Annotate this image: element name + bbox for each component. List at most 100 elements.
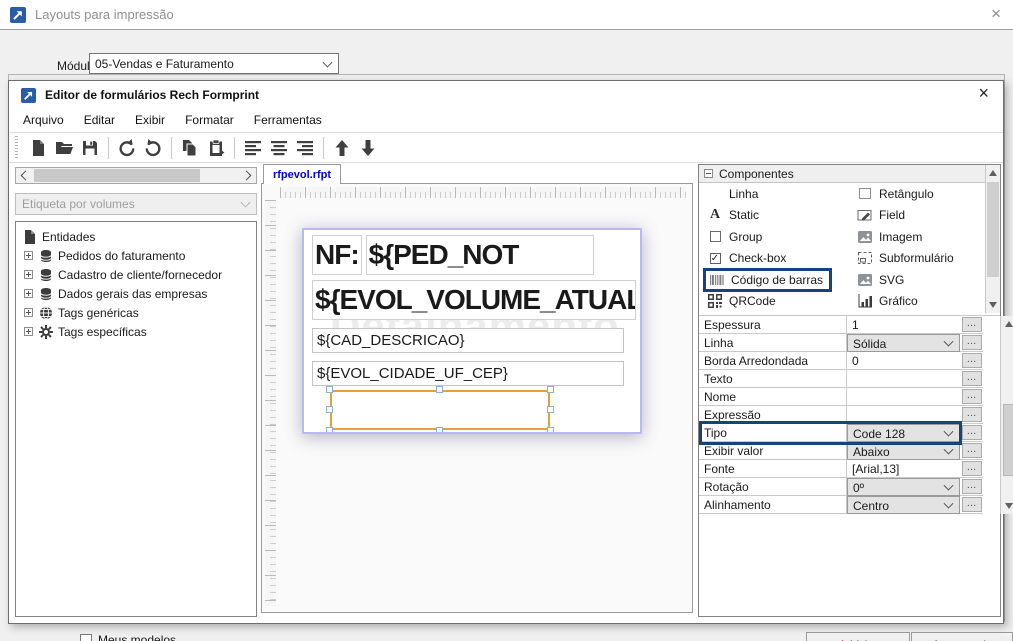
- component-checkbox[interactable]: ✓ Check-box: [707, 250, 857, 266]
- property-value[interactable]: [847, 388, 960, 406]
- properties-scrollbar[interactable]: [1000, 316, 1013, 514]
- modulo-select[interactable]: 05-Vendas e Faturamento: [89, 53, 339, 74]
- align-left-button[interactable]: [240, 135, 266, 161]
- property-row-alinhamento[interactable]: Alinhamento Centro …: [699, 496, 1000, 514]
- paste-button[interactable]: [203, 135, 229, 161]
- ellipsis-button[interactable]: …: [962, 389, 982, 404]
- close-icon[interactable]: ×: [978, 83, 989, 104]
- component-static[interactable]: A Static: [707, 207, 857, 223]
- scroll-up-icon[interactable]: [1005, 321, 1013, 327]
- template-select[interactable]: Etiqueta por volumes: [15, 193, 257, 215]
- menu-editar[interactable]: Editar: [74, 111, 125, 129]
- component-imagem[interactable]: Imagem: [857, 229, 986, 245]
- resize-handle[interactable]: [326, 427, 333, 434]
- label-page[interactable]: Detalhamento NF: ${PED_NOT ${EVOL_VOLUME…: [302, 228, 642, 434]
- back-button[interactable]: Voltar: [806, 632, 910, 641]
- expand-icon[interactable]: [24, 270, 33, 279]
- property-dropdown[interactable]: Sólida: [847, 334, 960, 352]
- scroll-up-icon[interactable]: [989, 170, 997, 176]
- property-row-expressao[interactable]: Expressão …: [699, 406, 1000, 424]
- ellipsis-button[interactable]: …: [962, 479, 982, 494]
- component-linha[interactable]: Linha: [707, 186, 857, 202]
- property-dropdown[interactable]: Centro: [847, 496, 960, 514]
- property-row-espessura[interactable]: Espessura 1 …: [699, 316, 1000, 334]
- toolbar-grip[interactable]: [15, 136, 18, 160]
- tab-rfpevol[interactable]: rfpevol.rfpt: [263, 164, 341, 184]
- resize-handle[interactable]: [436, 386, 443, 393]
- scroll-down-icon[interactable]: [989, 302, 997, 308]
- component-group[interactable]: Group: [707, 229, 857, 245]
- close-icon[interactable]: ×: [991, 4, 1001, 24]
- horizontal-scrollbar[interactable]: [15, 167, 257, 184]
- resize-handle[interactable]: [547, 427, 554, 434]
- component-field[interactable]: Field: [857, 207, 986, 223]
- ellipsis-button[interactable]: …: [962, 335, 982, 350]
- component-svg[interactable]: SVG: [857, 272, 986, 288]
- component-grafico[interactable]: Gráfico: [857, 293, 986, 309]
- component-qrcode[interactable]: QRCode: [707, 293, 857, 309]
- expand-icon[interactable]: [24, 308, 33, 317]
- tree-item[interactable]: Tags específicas: [18, 322, 254, 341]
- property-row-rotacao[interactable]: Rotação 0º …: [699, 478, 1000, 496]
- tree-item[interactable]: Tags genéricas: [18, 303, 254, 322]
- align-center-button[interactable]: [266, 135, 292, 161]
- move-up-button[interactable]: [329, 135, 355, 161]
- property-dropdown[interactable]: 0º: [847, 478, 960, 496]
- ellipsis-button[interactable]: …: [962, 497, 982, 512]
- property-value[interactable]: 0: [847, 352, 960, 370]
- property-row-nome[interactable]: Nome …: [699, 388, 1000, 406]
- expand-icon[interactable]: [24, 327, 33, 336]
- property-value[interactable]: [847, 406, 960, 424]
- ellipsis-button[interactable]: …: [962, 371, 982, 386]
- scroll-down-icon[interactable]: [1005, 503, 1013, 509]
- copy-button[interactable]: [177, 135, 203, 161]
- property-value[interactable]: [Arial,13]: [847, 460, 960, 478]
- tree-item[interactable]: Pedidos do faturamento: [18, 246, 254, 265]
- open-folder-button[interactable]: [51, 135, 77, 161]
- ellipsis-button[interactable]: …: [962, 407, 982, 422]
- resize-handle[interactable]: [326, 386, 333, 393]
- property-dropdown[interactable]: Abaixo: [847, 442, 960, 460]
- tree-item[interactable]: Dados gerais das empresas: [18, 284, 254, 303]
- ellipsis-button[interactable]: …: [962, 443, 982, 458]
- menu-exibir[interactable]: Exibir: [125, 111, 175, 129]
- resize-handle[interactable]: [547, 406, 554, 413]
- property-row-texto[interactable]: Texto …: [699, 370, 1000, 388]
- scroll-left-icon[interactable]: [21, 171, 31, 181]
- property-row-linha[interactable]: Linha Sólida …: [699, 334, 1000, 352]
- ellipsis-button[interactable]: …: [962, 425, 982, 440]
- property-row-borda-arredondada[interactable]: Borda Arredondada 0 …: [699, 352, 1000, 370]
- design-canvas[interactable]: Detalhamento NF: ${PED_NOT ${EVOL_VOLUME…: [261, 183, 693, 613]
- ellipsis-button[interactable]: …: [962, 317, 982, 332]
- expand-icon[interactable]: [24, 289, 33, 298]
- component-retangulo[interactable]: Retângulo: [857, 186, 986, 202]
- expression-field[interactable]: ${PED_NOT: [366, 235, 594, 275]
- undo-button[interactable]: [114, 135, 140, 161]
- property-row-fonte[interactable]: Fonte [Arial,13] …: [699, 460, 1000, 478]
- property-value[interactable]: [847, 370, 960, 388]
- scrollbar-thumb[interactable]: [34, 169, 200, 182]
- expand-icon[interactable]: [24, 251, 33, 260]
- resize-handle[interactable]: [547, 386, 554, 393]
- selected-barcode-element[interactable]: [330, 390, 550, 430]
- scrollbar-thumb[interactable]: [1003, 404, 1013, 476]
- scroll-right-icon[interactable]: [242, 171, 252, 181]
- move-down-button[interactable]: [355, 135, 381, 161]
- ellipsis-button[interactable]: …: [962, 461, 982, 476]
- tree-item-entidades[interactable]: Entidades: [18, 227, 254, 246]
- align-right-button[interactable]: [292, 135, 318, 161]
- expression-field[interactable]: ${EVOL_VOLUME_ATUAL_TOTA: [312, 280, 636, 320]
- menu-ferramentas[interactable]: Ferramentas: [244, 111, 332, 129]
- tree-item[interactable]: Cadastro de cliente/fornecedor: [18, 265, 254, 284]
- resize-handle[interactable]: [326, 406, 333, 413]
- expression-field[interactable]: ${CAD_DESCRICAO}: [312, 328, 624, 353]
- ellipsis-button[interactable]: …: [962, 353, 982, 368]
- resize-handle[interactable]: [436, 427, 443, 434]
- expression-field[interactable]: ${EVOL_CIDADE_UF_CEP}: [312, 361, 624, 386]
- scrollbar-thumb[interactable]: [987, 182, 999, 277]
- menu-formatar[interactable]: Formatar: [175, 111, 244, 129]
- component-codigo-de-barras[interactable]: Código de barras: [707, 268, 857, 292]
- property-value[interactable]: 1: [847, 316, 960, 334]
- property-dropdown[interactable]: Code 128: [847, 424, 960, 442]
- collapse-icon[interactable]: [704, 169, 713, 178]
